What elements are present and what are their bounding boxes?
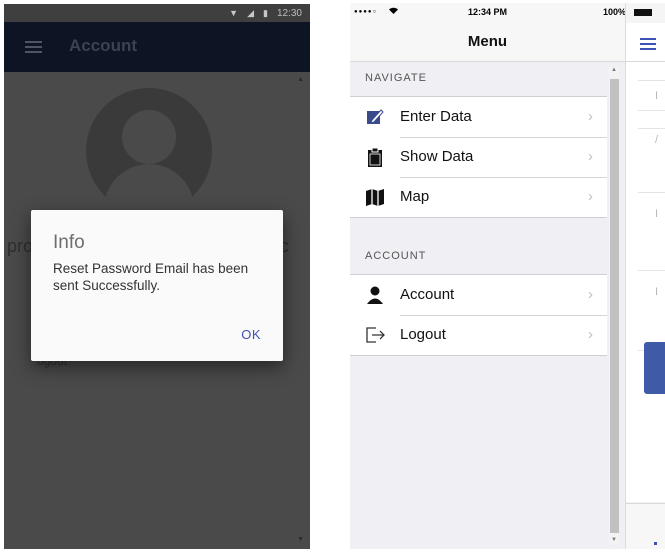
edit-icon bbox=[365, 107, 385, 127]
hamburger-menu-icon[interactable] bbox=[640, 38, 656, 53]
dialog-message: Reset Password Email has been sent Succe… bbox=[53, 261, 249, 293]
menu-item-map[interactable]: Map › bbox=[350, 177, 607, 217]
section-header-navigate: NAVIGATE bbox=[365, 72, 427, 84]
ok-button[interactable]: OK bbox=[241, 327, 261, 342]
logout-icon bbox=[365, 325, 385, 345]
partial-footer bbox=[626, 503, 665, 549]
menu-title: Menu bbox=[467, 33, 508, 50]
chevron-right-icon: › bbox=[588, 326, 593, 343]
android-toolbar: Account bbox=[4, 22, 310, 72]
battery-percent: 100% bbox=[603, 7, 625, 17]
clipboard-icon bbox=[365, 147, 385, 167]
partial-mark: I bbox=[655, 286, 659, 298]
menu-item-enter-data[interactable]: Enter Data › bbox=[350, 97, 607, 137]
partial-mark: I bbox=[655, 90, 659, 102]
chevron-right-icon: › bbox=[588, 188, 593, 205]
menu-item-label: Enter Data bbox=[400, 108, 472, 125]
partial-status-bar bbox=[626, 3, 665, 23]
android-status-bar: ▼ ◢ ▮ 12:30 bbox=[4, 4, 310, 22]
navigate-group: Enter Data › Show Data › Map › bbox=[350, 96, 607, 218]
scroll-down-arrow-icon[interactable]: ▼ bbox=[611, 537, 617, 543]
menu-item-label: Map bbox=[400, 188, 430, 205]
signal-icon: ◢ bbox=[247, 8, 255, 18]
scrollbar[interactable] bbox=[609, 67, 619, 545]
partial-mark: I bbox=[655, 208, 659, 220]
ios-status-bar: ●●●●○ 12:34 PM 100% bbox=[350, 3, 625, 23]
scroll-up-arrow-icon[interactable]: ▲ bbox=[611, 67, 617, 73]
avatar bbox=[86, 88, 212, 214]
chevron-right-icon: › bbox=[588, 148, 593, 165]
chevron-right-icon: › bbox=[588, 108, 593, 125]
android-status-time: 12:30 bbox=[276, 7, 302, 19]
chevron-right-icon: › bbox=[588, 286, 593, 303]
map-icon bbox=[365, 187, 385, 207]
ios-navbar: Menu bbox=[350, 23, 625, 62]
menu-item-logout[interactable]: Logout › bbox=[350, 315, 607, 355]
android-screen: ▼ ◢ ▮ 12:30 Account ▲ pro c ogout ▼ Info… bbox=[4, 4, 310, 549]
dialog-title: Info bbox=[53, 232, 85, 253]
battery-icon: ▮ bbox=[263, 8, 268, 18]
menu-item-show-data[interactable]: Show Data › bbox=[350, 137, 607, 177]
menu-icon[interactable] bbox=[25, 41, 42, 53]
user-icon bbox=[365, 285, 385, 305]
menu-item-label: Account bbox=[400, 286, 455, 303]
ios-screen: ●●●●○ 12:34 PM 100% Menu NAVIGATE Enter … bbox=[350, 3, 625, 549]
partial-action-button[interactable] bbox=[644, 342, 665, 394]
page-title: Account bbox=[69, 36, 137, 55]
partial-mark: / bbox=[655, 134, 659, 146]
scrollbar-thumb[interactable] bbox=[610, 79, 619, 533]
section-header-account: ACCOUNT bbox=[365, 250, 427, 262]
ios-status-time: 12:34 PM bbox=[467, 7, 508, 17]
account-group: Account › Logout › bbox=[350, 274, 607, 356]
partial-screen: I / I I bbox=[625, 3, 665, 549]
wifi-icon: ▼ bbox=[229, 8, 239, 18]
menu-item-account[interactable]: Account › bbox=[350, 275, 607, 315]
scroll-up-arrow-icon[interactable]: ▲ bbox=[297, 76, 304, 83]
menu-item-label: Logout bbox=[400, 326, 446, 343]
menu-item-label: Show Data bbox=[400, 148, 474, 165]
info-dialog: Info Reset Password Email has been sent … bbox=[31, 210, 283, 361]
partial-content: I / I I bbox=[626, 62, 665, 502]
profile-text-fragment: pro bbox=[7, 236, 34, 256]
scroll-down-arrow-icon[interactable]: ▼ bbox=[297, 536, 304, 543]
